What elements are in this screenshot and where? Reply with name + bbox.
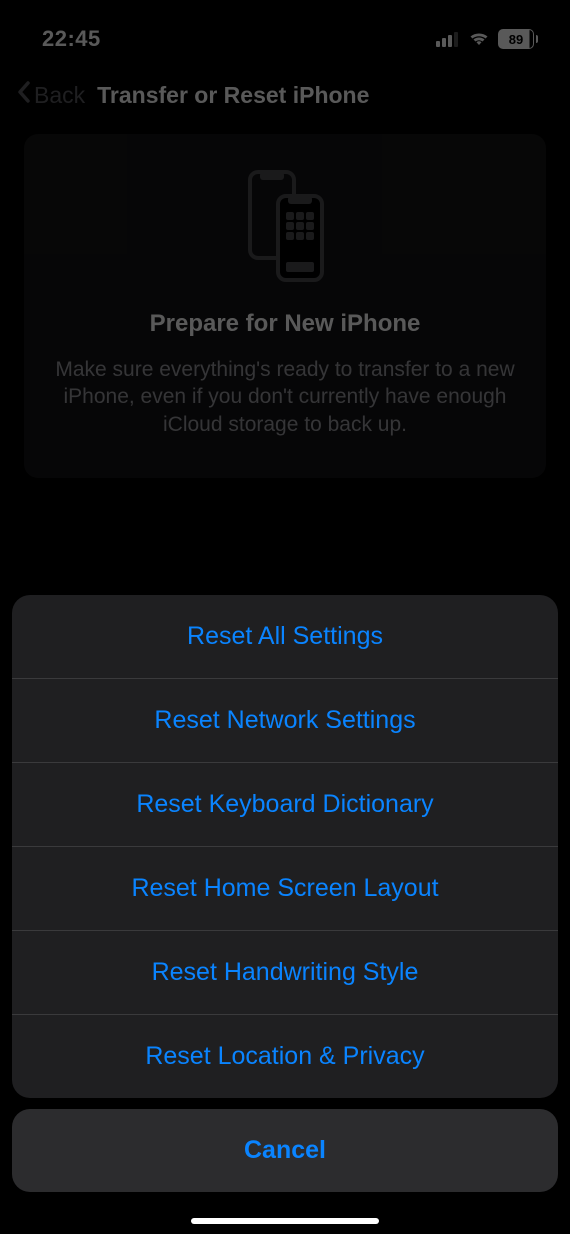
- reset-keyboard-dictionary-button[interactable]: Reset Keyboard Dictionary: [12, 763, 558, 847]
- status-bar: 22:45 89: [0, 0, 570, 60]
- reset-home-screen-layout-button[interactable]: Reset Home Screen Layout: [12, 847, 558, 931]
- wifi-icon: [468, 31, 490, 47]
- battery-level: 89: [509, 32, 523, 47]
- cancel-button[interactable]: Cancel: [12, 1109, 558, 1192]
- action-sheet-options: Reset All Settings Reset Network Setting…: [12, 595, 558, 1098]
- reset-all-settings-button[interactable]: Reset All Settings: [12, 595, 558, 679]
- cellular-signal-icon: [436, 31, 460, 47]
- back-label: Back: [34, 82, 85, 109]
- back-button[interactable]: Back: [16, 80, 85, 110]
- reset-location-privacy-button[interactable]: Reset Location & Privacy: [12, 1015, 558, 1098]
- action-sheet-cancel-group: Cancel: [12, 1109, 558, 1192]
- prepare-description: Make sure everything's ready to transfer…: [52, 356, 518, 438]
- status-indicators: 89: [436, 29, 538, 49]
- reset-network-settings-button[interactable]: Reset Network Settings: [12, 679, 558, 763]
- prepare-card: Prepare for New iPhone Make sure everyth…: [24, 134, 546, 478]
- home-indicator[interactable]: [191, 1218, 379, 1224]
- action-sheet: Reset All Settings Reset Network Setting…: [12, 595, 558, 1192]
- status-time: 22:45: [42, 26, 101, 52]
- reset-handwriting-style-button[interactable]: Reset Handwriting Style: [12, 931, 558, 1015]
- prepare-title: Prepare for New iPhone: [52, 310, 518, 338]
- battery-icon: 89: [498, 29, 538, 49]
- page-title: Transfer or Reset iPhone: [97, 82, 369, 109]
- navigation-bar: Back Transfer or Reset iPhone: [0, 60, 570, 134]
- chevron-left-icon: [16, 80, 32, 110]
- phone-transfer-icon: [52, 170, 518, 282]
